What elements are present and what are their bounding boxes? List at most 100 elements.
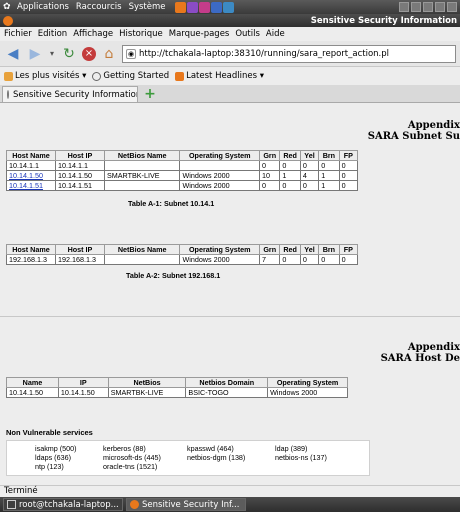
window-titlebar[interactable]: Sensitive Security Information — [0, 14, 460, 27]
url-text: http://tchakala-laptop:38310/running/sar… — [139, 48, 390, 59]
column-header: FP — [338, 150, 359, 161]
services-column: kerberos (88) microsoft-ds (445) oracle-… — [103, 444, 161, 471]
yel-cell: 4 — [299, 170, 320, 181]
fp-cell: 0 — [338, 170, 359, 181]
gnome-foot-icon[interactable]: ✿ — [3, 2, 13, 12]
yel-cell: 0 — [299, 180, 320, 191]
firefox-launcher-icon[interactable] — [174, 1, 186, 13]
taskbar-terminal[interactable]: root@tchakala-laptop... — [3, 498, 123, 511]
help-launcher-icon[interactable] — [222, 1, 234, 13]
tray-icon[interactable] — [423, 2, 433, 12]
tray-icon[interactable] — [399, 2, 409, 12]
red-cell: 0 — [279, 180, 301, 191]
column-header: Host Name — [6, 150, 56, 161]
table-row: 10.14.1.51 10.14.1.51 Windows 2000 0 0 0… — [6, 180, 359, 191]
tab-label: Sensitive Security Information — [13, 89, 138, 100]
netbios-cell — [103, 180, 181, 191]
column-header: Host IP — [54, 244, 105, 255]
column-header: IP — [57, 377, 109, 388]
menu-aide[interactable]: Aide — [266, 29, 285, 39]
column-header: NetBios Name — [103, 150, 181, 161]
firefox-icon — [3, 15, 13, 26]
media-launcher-icon[interactable] — [198, 1, 210, 13]
service-item: kpasswd (464) — [187, 444, 234, 453]
globe-icon — [92, 71, 102, 81]
table-row: 10.14.1.1 10.14.1.1 0 0 0 0 0 — [6, 160, 359, 171]
menu-historique[interactable]: Historique — [119, 29, 163, 39]
host-name-cell: 10.14.1.50 — [6, 170, 56, 181]
service-item: ldaps (636) — [35, 453, 71, 462]
app-launcher-icon[interactable] — [186, 1, 198, 13]
appendix-b-line2: SARA Host De — [380, 353, 460, 364]
table-a1-caption: Table A-1: Subnet 10.14.1 — [128, 199, 215, 208]
navigation-toolbar: ◀ ▶ ▾ ↻ × ⌂ ◉ http://tchakala-laptop:383… — [0, 41, 460, 67]
tray-icon[interactable] — [447, 2, 457, 12]
bookmark-label: Getting Started — [103, 71, 170, 81]
service-item: netbios-dgm (138) — [187, 453, 246, 462]
reload-icon[interactable]: ↻ — [60, 45, 78, 63]
host-ip-cell: 10.14.1.1 — [54, 160, 105, 171]
red-cell: 0 — [279, 160, 301, 171]
table-header-row: Host Name Host IP NetBios Name Operating… — [6, 244, 359, 255]
taskbar-label: Sensitive Security Inf... — [142, 499, 240, 510]
home-icon[interactable]: ⌂ — [100, 45, 118, 63]
menu-edition[interactable]: Edition — [38, 29, 67, 39]
firefox-icon — [130, 500, 139, 509]
netbios-cell: SMARTBK-LIVE — [103, 170, 181, 181]
forward-arrow-icon[interactable]: ▶ — [26, 45, 44, 63]
bottom-taskbar: root@tchakala-laptop... Sensitive Securi… — [0, 497, 460, 512]
stop-icon[interactable]: × — [82, 46, 96, 61]
bookmark-label: Les plus visités ▾ — [15, 71, 87, 81]
system-tray — [399, 2, 457, 12]
host-link[interactable]: 10.14.1.51 — [9, 182, 43, 190]
service-item: microsoft-ds (445) — [103, 453, 161, 462]
os-cell — [179, 160, 261, 171]
tray-icon[interactable] — [411, 2, 421, 12]
menu-outils[interactable]: Outils — [235, 29, 260, 39]
system-menu[interactable]: Système — [129, 2, 166, 12]
table-a2-caption: Table A-2: Subnet 192.168.1 — [126, 271, 221, 280]
folder-icon — [4, 71, 13, 81]
name-cell: 10.14.1.50 — [6, 387, 59, 398]
taskbar-firefox[interactable]: Sensitive Security Inf... — [126, 498, 246, 511]
bookmark-getting-started[interactable]: Getting Started — [92, 71, 169, 81]
tray-icon[interactable] — [435, 2, 445, 12]
menu-marque-pages[interactable]: Marque-pages — [169, 29, 230, 39]
back-arrow-icon[interactable]: ◀ — [4, 45, 22, 63]
host-name-cell: 192.168.1.3 — [6, 254, 56, 265]
tab-sensitive-security-information[interactable]: Sensitive Security Information — [2, 86, 138, 102]
brn-cell: 0 — [318, 254, 340, 265]
column-header: Operating System — [179, 244, 261, 255]
grn-cell: 7 — [259, 254, 281, 265]
host-ip-cell: 192.168.1.3 — [54, 254, 105, 265]
appendix-a-line2: SARA Subnet Su — [367, 131, 460, 142]
yel-cell: 0 — [299, 254, 320, 265]
host-link[interactable]: 10.14.1.50 — [9, 172, 43, 180]
shortcuts-menu[interactable]: Raccourcis — [76, 2, 122, 12]
terminal-launcher-icon[interactable] — [210, 1, 222, 13]
applications-menu[interactable]: Applications — [17, 2, 69, 12]
url-bar[interactable]: ◉ http://tchakala-laptop:38310/running/s… — [122, 44, 456, 63]
menu-affichage[interactable]: Affichage — [73, 29, 113, 39]
menu-fichier[interactable]: Fichier — [4, 29, 32, 39]
history-dropdown-icon[interactable]: ▾ — [48, 45, 56, 63]
bookmark-label: Latest Headlines ▾ — [186, 71, 265, 81]
bookmark-latest-headlines[interactable]: Latest Headlines ▾ — [175, 71, 264, 81]
terminal-icon — [7, 500, 16, 509]
netbios-cell: SMARTBK-LIVE — [107, 387, 187, 398]
launchers — [174, 1, 234, 13]
services-list: isakmp (500) ldaps (636) ntp (123) kerbe… — [6, 440, 370, 476]
column-header: Brn — [318, 244, 340, 255]
os-cell: Windows 2000 — [179, 180, 261, 191]
non-vulnerable-services-heading: Non Vulnerable services — [6, 428, 93, 437]
new-tab-plus-icon[interactable]: + — [142, 86, 158, 102]
grn-cell: 0 — [259, 180, 281, 191]
section-divider — [0, 316, 460, 317]
red-cell: 0 — [279, 254, 301, 265]
column-header: Netbios Domain — [185, 377, 269, 388]
column-header: Grn — [259, 150, 281, 161]
page-content[interactable]: Appendix SARA Subnet Su Host Name Host I… — [0, 104, 460, 485]
column-header: Brn — [318, 150, 340, 161]
bookmark-most-visited[interactable]: Les plus visités ▾ — [4, 71, 86, 81]
os-cell: Windows 2000 — [179, 170, 261, 181]
